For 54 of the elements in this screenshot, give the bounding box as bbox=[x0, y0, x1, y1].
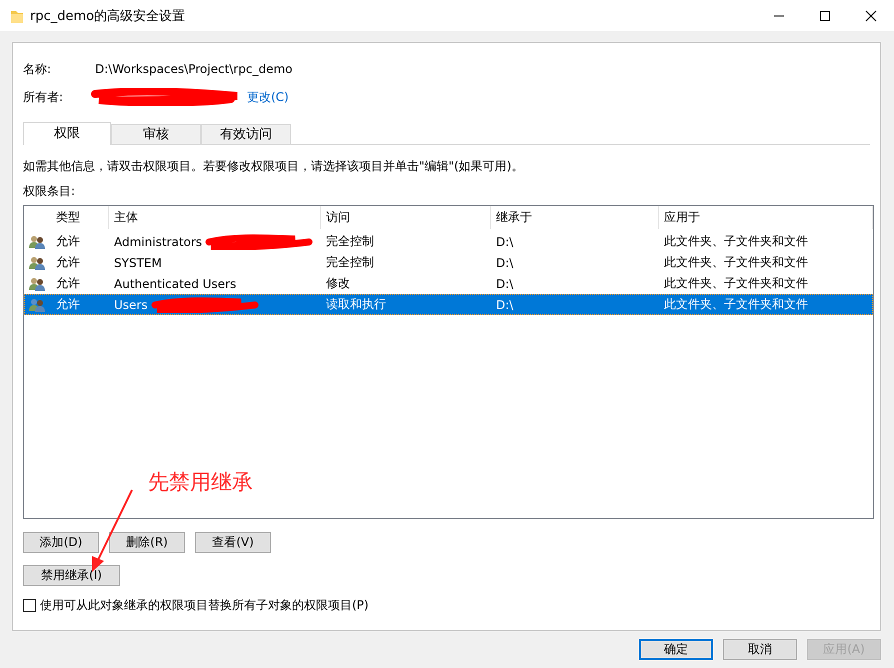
window-title: rpc_demo的高级安全设置 bbox=[30, 8, 186, 24]
annotation-text: 先禁用继承 bbox=[148, 469, 253, 496]
name-value: D:\Workspaces\Project\rpc_demo bbox=[95, 62, 292, 76]
column-header[interactable]: 继承于 bbox=[491, 206, 659, 229]
table-cell: 此文件夹、子文件夹和文件 bbox=[664, 296, 808, 313]
users-icon bbox=[29, 276, 45, 290]
table-cell: 修改 bbox=[326, 275, 350, 292]
table-cell: 允许 bbox=[56, 296, 80, 313]
info-text: 如需其他信息，请双击权限项目。若要修改权限项目，请选择该项目并单击"编辑"(如果可用)。 bbox=[23, 158, 524, 175]
button[interactable]: 确定 bbox=[639, 639, 713, 660]
users-icon bbox=[29, 256, 45, 270]
table-cell: 此文件夹、子文件夹和文件 bbox=[664, 233, 808, 250]
table-row[interactable]: 允许 Authenticated Users 修改 D:\ 此文件夹、子文件夹和文件 bbox=[24, 273, 873, 294]
table-cell: 此文件夹、子文件夹和文件 bbox=[664, 275, 808, 292]
table-cell: 允许 bbox=[56, 275, 80, 292]
column-header[interactable]: 主体 bbox=[109, 206, 321, 229]
name-label: 名称: bbox=[23, 60, 52, 78]
table-row[interactable]: 允许 SYSTEM 完全控制 D:\ 此文件夹、子文件夹和文件 bbox=[24, 252, 873, 273]
maximize-icon bbox=[819, 10, 831, 22]
selected-row[interactable]: 允许 Users 读取和执行 D:\ 此文件夹、子文件夹和文件 bbox=[24, 294, 873, 315]
button[interactable]: 取消 bbox=[723, 639, 797, 660]
table-cell: Authenticated Users bbox=[114, 276, 236, 290]
button[interactable]: 添加(D) bbox=[23, 532, 99, 553]
users-icon bbox=[29, 234, 45, 248]
column-header[interactable]: 类型 bbox=[51, 206, 109, 229]
table-cell: 允许 bbox=[56, 254, 80, 271]
tab[interactable]: 有效访问 bbox=[201, 124, 291, 144]
tab[interactable]: 权限 bbox=[23, 122, 111, 145]
button[interactable]: 查看(V) bbox=[195, 532, 271, 553]
table-cell: D:\ bbox=[496, 276, 514, 290]
table-cell: 完全控制 bbox=[326, 233, 374, 250]
table-row[interactable]: 允许 Administrators 完全控制 D:\ 此文件夹、子文件夹和文件 bbox=[24, 231, 873, 252]
column-header[interactable]: 访问 bbox=[321, 206, 491, 229]
change-owner-link[interactable]: 更改(C) bbox=[247, 88, 289, 106]
table-cell: D:\ bbox=[496, 298, 514, 312]
close-icon bbox=[865, 10, 877, 22]
table-cell: 完全控制 bbox=[326, 254, 374, 271]
list-label: 权限条目: bbox=[23, 183, 76, 200]
column-header[interactable]: 应用于 bbox=[659, 206, 873, 229]
table-cell: Users bbox=[114, 298, 148, 312]
table-cell: 允许 bbox=[56, 233, 80, 250]
tab[interactable]: 审核 bbox=[111, 124, 201, 144]
table-cell: 此文件夹、子文件夹和文件 bbox=[664, 254, 808, 271]
table-cell: SYSTEM bbox=[114, 256, 162, 270]
button[interactable]: 删除(R) bbox=[109, 532, 185, 553]
owner-label: 所有者: bbox=[23, 88, 64, 106]
table-cell: D:\ bbox=[496, 256, 514, 270]
table-cell: 读取和执行 bbox=[326, 296, 386, 313]
disable-inheritance-button[interactable]: 禁用继承(I) bbox=[23, 565, 120, 586]
checkbox-label: 使用可从此对象继承的权限项目替换所有子对象的权限项目(P) bbox=[40, 597, 369, 614]
users-icon bbox=[29, 298, 45, 312]
table-cell: D:\ bbox=[496, 234, 514, 248]
checkbox[interactable] bbox=[23, 599, 36, 612]
table-cell: Administrators bbox=[114, 234, 202, 248]
